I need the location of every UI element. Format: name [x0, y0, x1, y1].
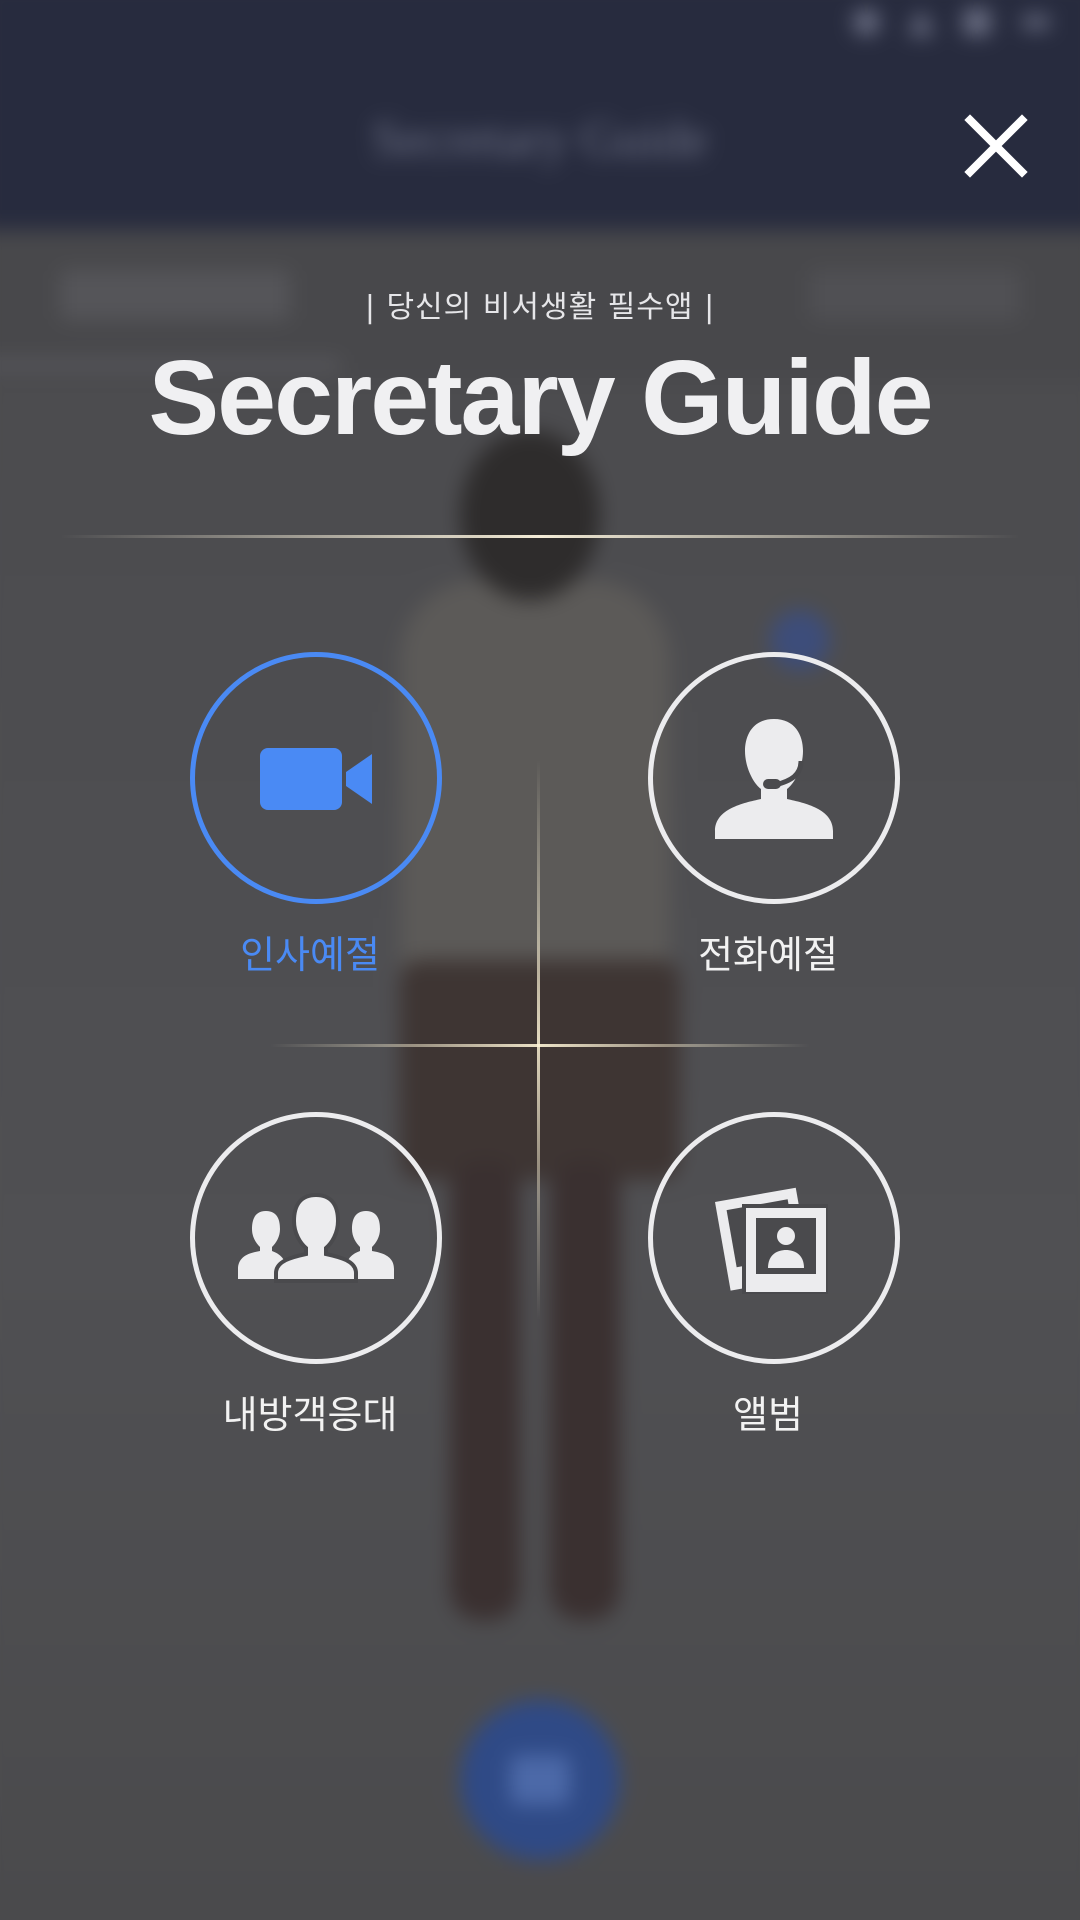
video-camera-icon — [260, 748, 372, 810]
app-subtitle: | 당신의 비서생활 필수앱 | — [364, 290, 716, 325]
menu-item-visitor-reception[interactable]: 내방객응대 — [155, 1112, 455, 1452]
menu-item-phone-etiquette[interactable]: 전화예절 — [613, 652, 913, 992]
app-title: Secretary Guide — [148, 339, 933, 457]
menu-item-greeting-etiquette[interactable]: 인사예절 — [155, 652, 455, 992]
photo-album-icon — [714, 1187, 828, 1294]
menu-item-circle — [648, 1112, 900, 1364]
menu-item-circle — [190, 1112, 442, 1364]
divider-vertical — [537, 760, 540, 1320]
menu-item-album[interactable]: 앨범 — [613, 1112, 913, 1452]
close-icon — [964, 114, 1028, 178]
menu-item-label: 내방객응대 — [222, 1393, 398, 1437]
divider-top — [60, 535, 1020, 538]
headset-person-icon — [715, 719, 833, 839]
close-button[interactable] — [960, 110, 1032, 182]
divider-horizontal — [270, 1044, 810, 1047]
menu-item-label: 인사예절 — [240, 933, 380, 977]
menu-item-label: 앨범 — [733, 1393, 803, 1437]
group-people-icon — [238, 1193, 394, 1283]
menu-item-circle — [648, 652, 900, 904]
menu-overlay: | 당신의 비서생활 필수앱 | Secretary Guide 인사예절 전화… — [0, 0, 1080, 1920]
menu-item-circle — [190, 652, 442, 904]
menu-item-label: 전화예절 — [698, 933, 838, 977]
